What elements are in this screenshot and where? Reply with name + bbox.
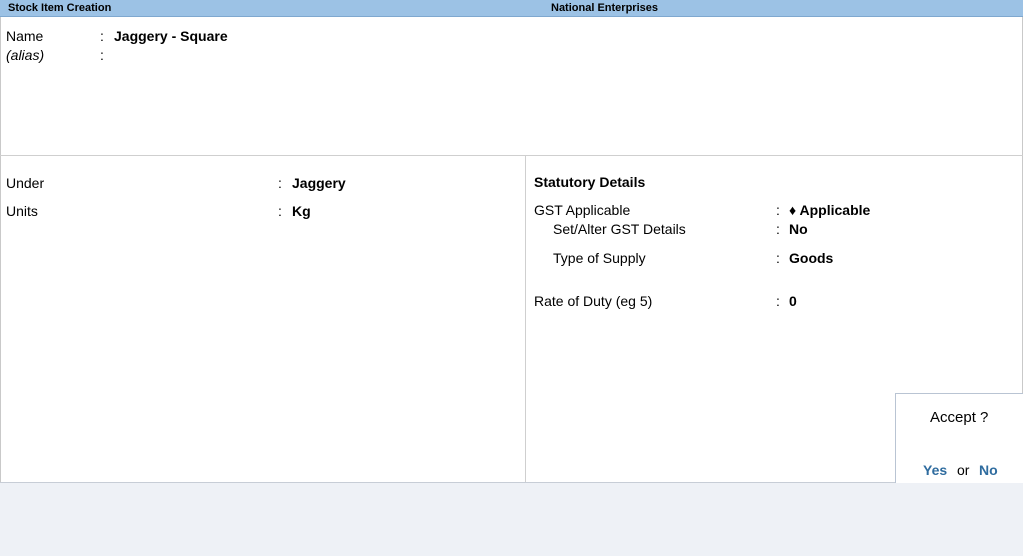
type-of-supply-field[interactable]: Goods — [789, 250, 833, 266]
screen-title: Stock Item Creation — [8, 2, 112, 14]
set-alter-gst-field[interactable]: No — [789, 221, 808, 237]
company-name: National Enterprises — [551, 2, 658, 14]
gst-applicable-label: GST Applicable — [534, 202, 631, 218]
under-label: Under — [6, 175, 45, 191]
set-alter-gst-colon: : — [776, 221, 780, 237]
type-of-supply-colon: : — [776, 250, 780, 266]
rate-of-duty-field[interactable]: 0 — [789, 293, 797, 309]
alias-label: (alias) — [6, 47, 45, 63]
accept-or-text: or — [957, 462, 970, 478]
rate-of-duty-label: Rate of Duty (eg 5) — [534, 293, 653, 309]
units-field[interactable]: Kg — [292, 203, 311, 219]
title-bar: Stock Item Creation National Enterprises — [0, 0, 1023, 17]
section-divider — [0, 155, 1023, 156]
accept-prompt: Accept ? — [930, 409, 989, 426]
bottom-panel — [0, 482, 1023, 556]
column-divider — [525, 156, 526, 482]
name-colon: : — [100, 28, 104, 44]
name-label: Name — [6, 28, 44, 44]
units-label: Units — [6, 203, 38, 219]
under-field[interactable]: Jaggery — [292, 175, 346, 191]
gst-applicable-colon: : — [776, 202, 780, 218]
units-colon: : — [278, 203, 282, 219]
type-of-supply-label: Type of Supply — [553, 250, 646, 266]
gst-applicable-field[interactable]: ♦ Applicable — [789, 202, 870, 218]
rate-of-duty-colon: : — [776, 293, 780, 309]
form-frame — [0, 17, 1023, 482]
accept-yes-button[interactable]: Yes — [923, 462, 947, 478]
set-alter-gst-label: Set/Alter GST Details — [553, 221, 686, 237]
statutory-heading: Statutory Details — [534, 174, 646, 190]
alias-colon: : — [100, 47, 104, 63]
name-field[interactable]: Jaggery - Square — [114, 28, 228, 44]
accept-no-button[interactable]: No — [979, 462, 998, 478]
under-colon: : — [278, 175, 282, 191]
accept-dialog: Accept ? Yes or No — [895, 393, 1023, 483]
